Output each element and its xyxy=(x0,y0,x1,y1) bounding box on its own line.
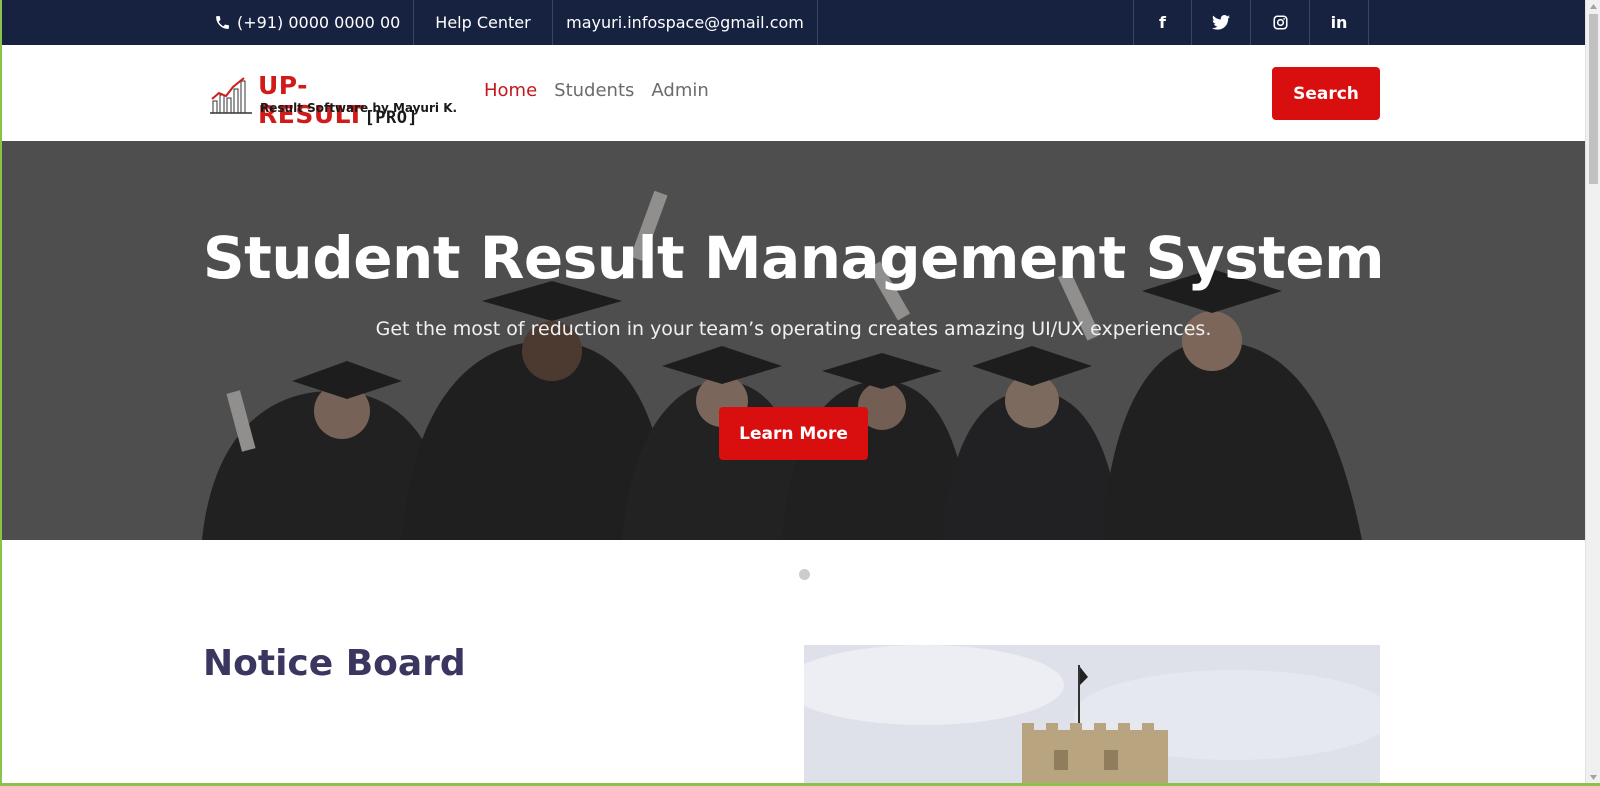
learn-more-button[interactable]: Learn More xyxy=(719,407,868,460)
phone-number: (+91) 0000 0000 00 xyxy=(237,13,401,32)
twitter-link[interactable] xyxy=(1192,0,1251,45)
hero-title: Student Result Management System xyxy=(202,224,1385,292)
nav-students[interactable]: Students xyxy=(554,80,634,101)
vertical-scrollbar[interactable] xyxy=(1585,0,1600,786)
phone-icon xyxy=(216,16,229,29)
linkedin-link[interactable]: in xyxy=(1310,0,1369,45)
instagram-link[interactable] xyxy=(1251,0,1310,45)
facebook-link[interactable]: f xyxy=(1133,0,1192,45)
logo-subtitle: Result Software by Mayuri K. xyxy=(260,101,458,115)
notice-board-title: Notice Board xyxy=(203,643,466,684)
site-logo[interactable]: UP-RESULT[PRO] Result Software by Mayuri… xyxy=(208,71,458,129)
scroll-up-arrow-icon[interactable] xyxy=(1589,2,1598,12)
site-header: UP-RESULT[PRO] Result Software by Mayuri… xyxy=(0,45,1585,141)
scrollbar-thumb[interactable] xyxy=(1589,14,1598,184)
campus-building-image xyxy=(804,645,1380,786)
search-button[interactable]: Search xyxy=(1272,67,1380,120)
nav-home[interactable]: Home xyxy=(484,80,537,101)
top-contact-bar: (+91) 0000 0000 00 Help Center mayuri.in… xyxy=(0,0,1585,45)
email-address: mayuri.infospace@gmail.com xyxy=(566,13,804,32)
hero-subtitle: Get the most of reduction in your team’s… xyxy=(375,318,1212,340)
help-center-label: Help Center xyxy=(435,13,531,32)
hero-banner: Student Result Management System Get the… xyxy=(2,141,1585,540)
carousel-indicator-dot[interactable] xyxy=(799,569,810,580)
linkedin-icon: in xyxy=(1330,13,1348,32)
instagram-icon xyxy=(1272,15,1288,30)
twitter-icon xyxy=(1212,15,1230,30)
logo-title: UP-RESULT[PRO] xyxy=(258,71,419,129)
campus-tower-illustration xyxy=(804,645,1380,786)
email-link[interactable]: mayuri.infospace@gmail.com xyxy=(553,0,818,45)
phone-contact[interactable]: (+91) 0000 0000 00 xyxy=(214,0,414,45)
hero-overlay xyxy=(2,141,1585,540)
scroll-down-arrow-icon[interactable] xyxy=(1589,772,1598,782)
facebook-icon: f xyxy=(1159,13,1166,32)
help-center-link[interactable]: Help Center xyxy=(414,0,553,45)
nav-admin[interactable]: Admin xyxy=(651,80,708,101)
bar-chart-logo-icon xyxy=(210,77,252,114)
main-nav: Home Students Admin xyxy=(484,80,709,101)
